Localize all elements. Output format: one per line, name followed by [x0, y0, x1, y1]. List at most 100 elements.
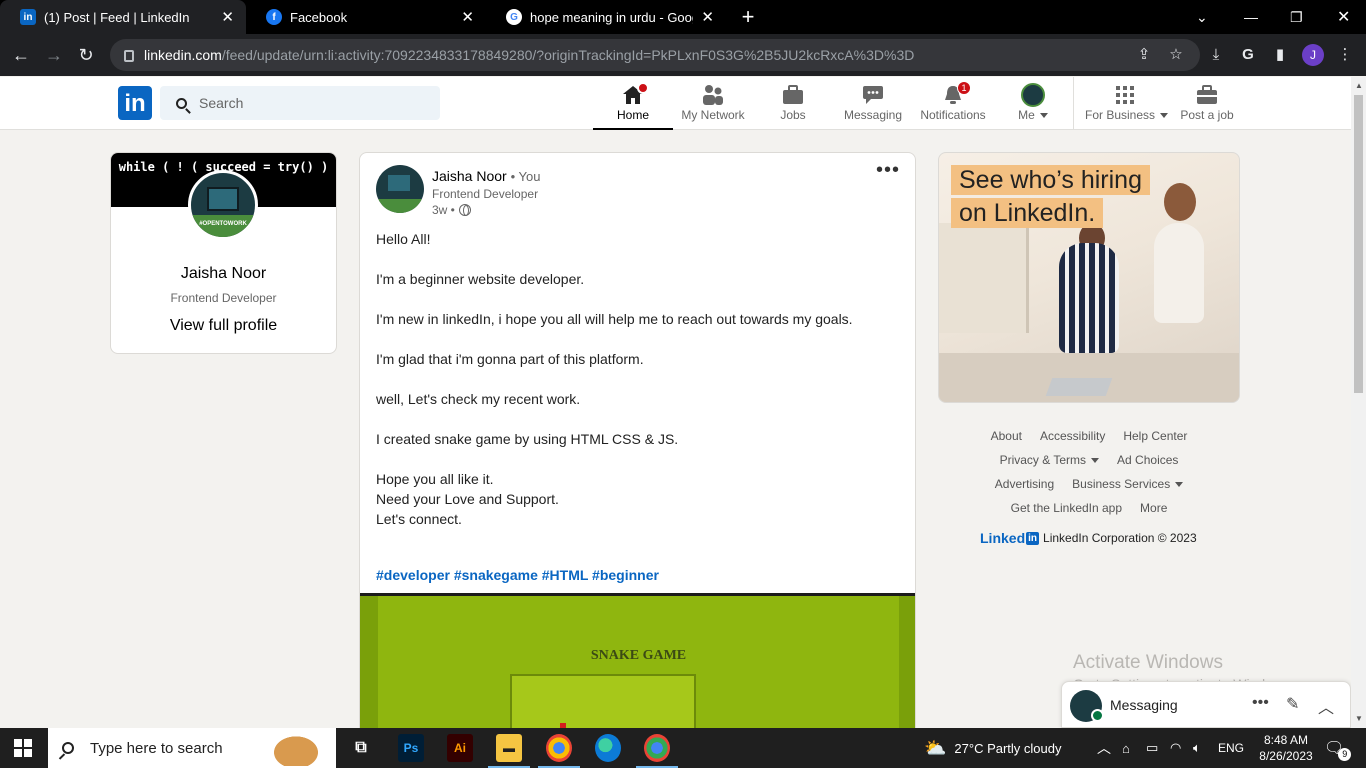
author-you-label: • You — [510, 169, 541, 184]
tab-google[interactable]: G hope meaning in urdu - Google S ✕ — [486, 0, 726, 34]
download-icon[interactable]: ⤓ — [1205, 44, 1227, 66]
post-image-snake-game[interactable]: SNAKE GAME — [360, 593, 915, 731]
briefcase-icon — [753, 84, 833, 106]
minimize-icon[interactable]: — — [1244, 0, 1258, 34]
chevron-up-icon[interactable]: ︿ — [1318, 694, 1334, 718]
system-clock[interactable]: 8:48 AM 8/26/2023 — [1256, 732, 1316, 764]
caret-down-icon — [1039, 113, 1048, 118]
search-icon — [176, 97, 187, 109]
post-author-name[interactable]: Jaisha Noor • You — [432, 168, 540, 184]
compose-icon[interactable]: ✎ — [1286, 694, 1299, 714]
photoshop-icon[interactable]: Ps — [398, 734, 424, 762]
nav-home[interactable]: Home — [593, 77, 673, 130]
more-options-icon[interactable]: ••• — [1252, 694, 1269, 712]
footer-link-privacy-terms[interactable]: Privacy & Terms — [1000, 453, 1100, 467]
page-scrollbar[interactable]: ▲ ▼ — [1351, 77, 1366, 728]
footer-link-business-services[interactable]: Business Services — [1072, 477, 1184, 491]
nav-jobs[interactable]: Jobs — [753, 77, 833, 130]
linkedin-wordmark: Linked in — [980, 530, 1040, 546]
footer-link-get-app[interactable]: Get the LinkedIn app — [1011, 501, 1122, 515]
footer-link-ad-choices[interactable]: Ad Choices — [1117, 453, 1178, 467]
scrollbar-thumb[interactable] — [1354, 95, 1363, 393]
profile-photo[interactable]: #OPENTOWORK — [188, 170, 258, 240]
bookmark-star-icon[interactable]: ☆ — [1165, 44, 1187, 66]
input-language[interactable]: ENG — [1218, 728, 1244, 768]
profile-avatar-icon[interactable]: J — [1302, 44, 1324, 66]
nav-notifications[interactable]: 1 Notifications — [913, 77, 993, 130]
chrome-profile-icon[interactable] — [538, 734, 580, 768]
task-view-icon[interactable]: ⧉ — [348, 734, 374, 762]
menu-kebab-icon[interactable]: ⋮ — [1334, 44, 1356, 66]
scroll-up-arrow-icon[interactable]: ▲ — [1355, 81, 1363, 90]
taskbar-search-placeholder: Type here to search — [90, 739, 223, 757]
footer-link-advertising[interactable]: Advertising — [995, 477, 1054, 491]
messaging-avatar — [1070, 690, 1104, 722]
edge-browser-icon[interactable] — [595, 734, 621, 762]
hiring-ad-banner[interactable]: See who’s hiring on LinkedIn. — [938, 152, 1240, 403]
tab-search-chevron-icon[interactable]: ⌄ — [1196, 0, 1208, 34]
view-full-profile-link[interactable]: View full profile — [111, 317, 336, 335]
post-paragraph: I created snake game by using HTML CSS &… — [376, 431, 679, 447]
restore-icon[interactable]: ❐ — [1290, 0, 1303, 34]
show-hidden-icons-chevron-icon[interactable]: ︿ — [1097, 728, 1111, 768]
linkedin-logo[interactable]: in — [118, 86, 152, 120]
file-explorer-icon[interactable]: ▬ — [488, 734, 530, 768]
close-icon[interactable]: ✕ — [461, 8, 474, 26]
post-paragraph: I'm glad that i'm gonna part of this pla… — [376, 351, 644, 367]
messaging-label: Messaging — [1110, 697, 1178, 713]
footer-link-help-center[interactable]: Help Center — [1123, 429, 1187, 443]
close-icon[interactable]: ✕ — [221, 8, 234, 26]
taskbar-search[interactable]: Type here to search — [48, 728, 336, 768]
home-icon — [593, 82, 673, 106]
grammarly-icon[interactable]: G — [1237, 44, 1259, 66]
side-panel-icon[interactable]: ▮ — [1269, 44, 1291, 66]
profile-headline: Frontend Developer — [170, 291, 277, 305]
search-input[interactable] — [199, 95, 419, 111]
weather-widget[interactable]: ⛅ 27°C Partly cloudy — [924, 728, 1062, 768]
linkedin-copyright: Linked in LinkedIn Corporation © 2023 — [980, 530, 1197, 546]
forward-arrow-icon[interactable]: → — [41, 42, 67, 68]
share-icon[interactable]: ⇪ — [1133, 44, 1155, 66]
search-box[interactable] — [160, 86, 440, 120]
speaker-icon[interactable]: 🔈︎ — [1193, 728, 1201, 768]
wifi-icon[interactable]: ◠ — [1170, 728, 1181, 768]
battery-icon[interactable]: ▭ — [1146, 728, 1158, 768]
meet-now-icon[interactable]: ⌂ — [1122, 728, 1130, 768]
chat-bubble-icon — [833, 84, 913, 106]
back-arrow-icon[interactable]: ← — [8, 42, 34, 68]
profile-name[interactable]: Jaisha Noor — [111, 265, 336, 283]
nav-me[interactable]: Me — [993, 77, 1073, 130]
windows-taskbar: Type here to search ⧉ Ps Ai ▬ ⛅ 27°C Par… — [0, 728, 1366, 768]
feed-post: Jaisha Noor • You Frontend Developer 3w … — [359, 152, 916, 732]
footer-link-more[interactable]: More — [1140, 501, 1167, 515]
illustrator-icon[interactable]: Ai — [447, 734, 473, 762]
chrome-icon[interactable] — [636, 734, 678, 768]
nav-for-business[interactable]: For Business — [1085, 77, 1169, 130]
address-bar[interactable]: linkedin.com/feed/update/urn:li:activity… — [110, 39, 1200, 71]
grid-apps-icon — [1085, 84, 1165, 106]
post-timestamp: 3w • — [432, 203, 471, 217]
footer-link-about[interactable]: About — [991, 429, 1022, 443]
linkedin-icon: in — [20, 9, 36, 25]
scroll-down-arrow-icon[interactable]: ▼ — [1355, 714, 1363, 723]
tab-linkedin[interactable]: in (1) Post | Feed | LinkedIn ✕ — [0, 0, 246, 34]
close-icon[interactable]: ✕ — [701, 8, 714, 26]
copyright-text: LinkedIn Corporation © 2023 — [1043, 531, 1197, 545]
post-hashtags[interactable]: #developer #snakegame #HTML #beginner — [376, 567, 659, 583]
footer-link-accessibility[interactable]: Accessibility — [1040, 429, 1105, 443]
window-close-icon[interactable]: ✕ — [1337, 0, 1350, 34]
nav-messaging[interactable]: Messaging — [833, 77, 913, 130]
globe-icon — [458, 204, 471, 216]
tab-title: hope meaning in urdu - Google S — [530, 9, 693, 25]
post-author-avatar[interactable] — [376, 165, 424, 213]
new-tab-button[interactable]: + — [736, 4, 760, 30]
messaging-overlay[interactable]: Messaging ••• ✎ ︿ — [1061, 681, 1351, 728]
nav-my-network[interactable]: My Network — [673, 77, 753, 130]
nav-label: Notifications — [920, 108, 986, 122]
reload-icon[interactable]: ↻ — [73, 42, 99, 68]
windows-start-icon[interactable] — [14, 739, 32, 757]
more-options-icon[interactable]: ••• — [876, 159, 900, 182]
tab-facebook[interactable]: f Facebook ✕ — [246, 0, 486, 34]
notification-center-icon[interactable]: 🗨︎ 9 — [1324, 728, 1352, 768]
nav-post-a-job[interactable]: Post a job — [1167, 77, 1247, 130]
